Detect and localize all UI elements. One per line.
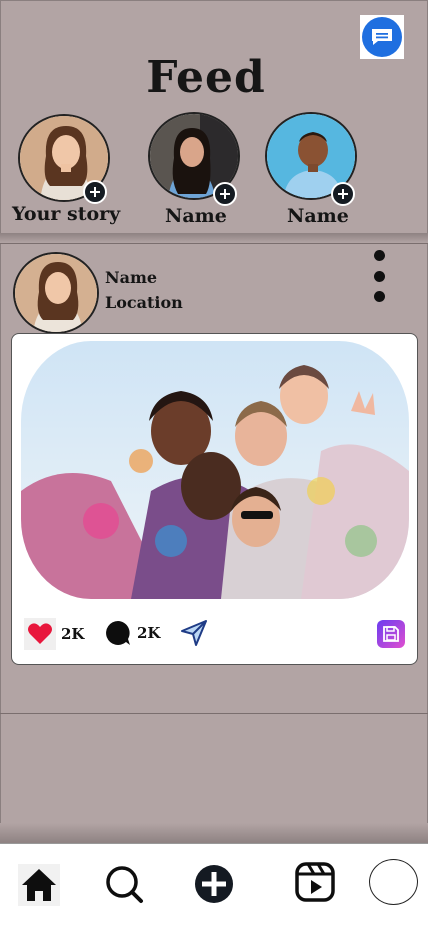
heart-icon[interactable] [24,618,56,650]
add-icon[interactable] [83,180,107,204]
comment-action[interactable]: 2K [104,618,160,648]
send-icon[interactable] [180,619,208,651]
reels-icon[interactable] [293,860,337,904]
story-label: Name [165,205,227,227]
save-action[interactable] [377,620,405,648]
profile-icon[interactable] [369,859,418,905]
stories-divider [0,243,428,244]
search-icon[interactable] [102,862,146,906]
nav-shadow [0,823,428,843]
comment-icon[interactable] [104,618,132,648]
add-icon[interactable] [331,182,355,206]
post-image[interactable] [21,341,409,599]
more-vertical-icon[interactable] [371,250,387,302]
home-icon[interactable] [18,864,60,906]
add-post-icon[interactable] [192,862,236,906]
like-action[interactable]: 2K [24,618,84,650]
like-count: 2K [61,625,85,643]
stories-divider-shadow [0,233,428,243]
comment-count: 2K [137,624,161,642]
post-actions: 2K 2K [12,618,417,658]
story-label: Name [287,205,349,227]
message-icon [362,17,402,57]
share-action[interactable] [180,619,208,651]
save-icon[interactable] [377,620,405,648]
post-card: 2K 2K [11,333,418,665]
post-author-name[interactable]: Name [105,268,157,287]
post-location[interactable]: Location [105,293,183,312]
add-icon[interactable] [213,182,237,206]
page-title: Feed [146,52,266,103]
post-author-avatar[interactable] [13,252,99,334]
story-label: Your story [12,203,121,225]
post-divider [0,713,428,714]
bottom-nav [0,843,428,926]
